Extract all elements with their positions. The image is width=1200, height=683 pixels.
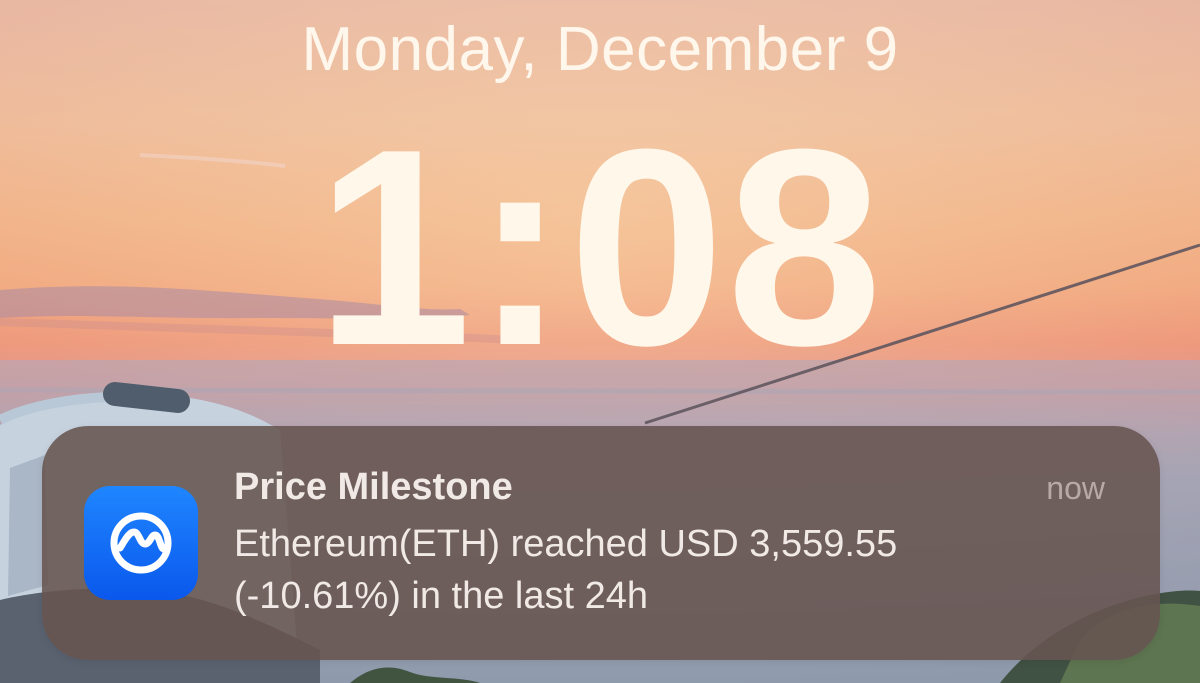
- notification-body-line-1: Ethereum(ETH) reached USD 3,559.55: [234, 523, 898, 565]
- coinmarketcap-logo-icon: [110, 512, 172, 574]
- notification-body-line-2: (-10.61%) in the last 24h: [234, 575, 649, 617]
- lockscreen-date: Monday, December 9: [301, 15, 899, 84]
- notification-body: Ethereum(ETH) reached USD 3,559.55 (-10.…: [234, 518, 1094, 622]
- price-milestone-notification[interactable]: Price Milestone now Ethereum(ETH) reache…: [42, 426, 1160, 660]
- lock-screen: Monday, December 9 1:08 Price Milestone …: [0, 0, 1200, 683]
- coinmarketcap-icon: [84, 486, 198, 600]
- notification-title: Price Milestone: [234, 466, 513, 508]
- notification-time: now: [1046, 470, 1105, 506]
- lockscreen-time: 1:08: [315, 92, 885, 404]
